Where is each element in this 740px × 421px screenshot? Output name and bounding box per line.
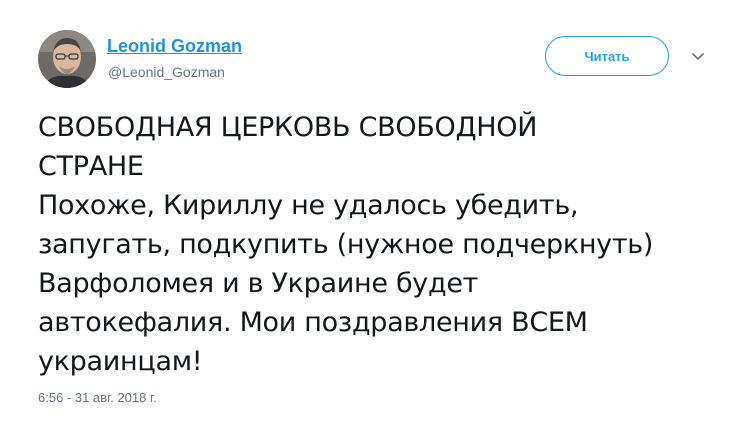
follow-button[interactable]: Читать bbox=[545, 36, 669, 76]
tweet-text-line: Похоже, Кириллу не удалось убедить, bbox=[38, 190, 579, 221]
avatar[interactable] bbox=[38, 30, 96, 88]
tweet-text-line: СВОБОДНАЯ ЦЕРКОВЬ СВОБОДНОЙ bbox=[38, 112, 538, 143]
tweet-card: Leonid Gozman @Leonid_Gozman Читать СВОБ… bbox=[0, 0, 740, 421]
tweet-text-line: украинцам! bbox=[38, 346, 203, 377]
tweet-text: СВОБОДНАЯ ЦЕРКОВЬ СВОБОДНОЙ СТРАНЕ Похож… bbox=[38, 108, 718, 381]
tweet-timestamp[interactable]: 6:56 - 31 авг. 2018 г. bbox=[38, 390, 157, 405]
avatar-image bbox=[38, 30, 96, 88]
author-handle: @Leonid_Gozman bbox=[108, 64, 225, 80]
author-name[interactable]: Leonid Gozman bbox=[107, 36, 242, 57]
tweet-text-line: автокефалия. Мои поздравления ВСЕМ bbox=[38, 307, 588, 338]
tweet-text-line: запугать, подкупить (нужное подчеркнуть) bbox=[38, 229, 654, 260]
tweet-text-line: Варфоломея и в Украине будет bbox=[38, 268, 479, 299]
chevron-down-icon[interactable] bbox=[690, 50, 706, 62]
tweet-text-line: СТРАНЕ bbox=[38, 151, 144, 182]
